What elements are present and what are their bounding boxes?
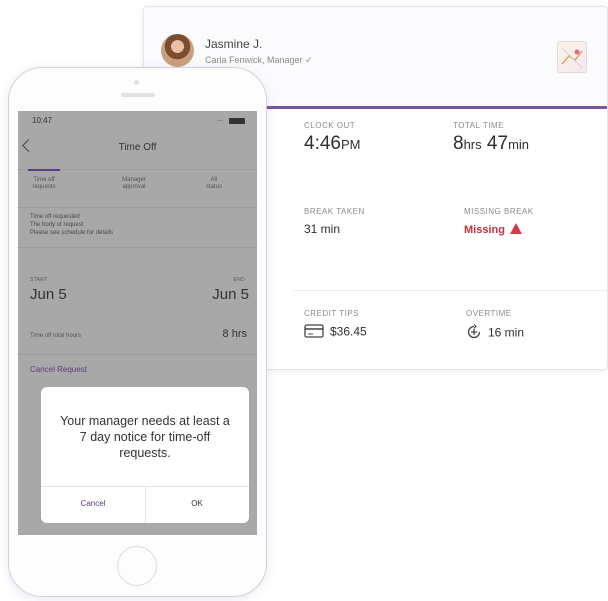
- credit-tips-value: $36.45: [330, 324, 367, 339]
- start-date[interactable]: Jun 5: [30, 286, 67, 303]
- divider: [18, 354, 257, 355]
- clock-out-label: CLOCK OUT: [304, 121, 356, 130]
- info-line: The body of request: [30, 222, 84, 228]
- avatar: [161, 34, 194, 67]
- end-date-label: END: [233, 277, 245, 283]
- signal-icon: ...: [217, 116, 223, 123]
- map-icon[interactable]: [557, 41, 587, 73]
- cancel-request-link[interactable]: Cancel Request: [30, 365, 87, 374]
- battery-icon: [229, 118, 245, 124]
- credit-tips-stat: CREDIT TIPS $36.45: [304, 309, 367, 341]
- clock-out-stat: CLOCK OUT 4:46PM: [304, 121, 360, 155]
- overtime-row: 16 min: [466, 324, 524, 343]
- employee-subtitle: Carla Fenwick, Manager ✓: [205, 55, 313, 65]
- phone-screen: 10:47 ... Time Off Time off requests Mana…: [18, 111, 257, 535]
- tab-manager-approval[interactable]: Manager approval: [114, 177, 154, 191]
- page-title: Time Off: [118, 142, 157, 153]
- clock-out-value: 4:46PM: [304, 133, 361, 154]
- missing-break-stat: MISSING BREAK Missing: [464, 207, 534, 236]
- missing-break-label: MISSING BREAK: [464, 207, 534, 216]
- status-time: 10:47: [32, 116, 53, 125]
- hours-label: Time off total hours: [30, 333, 82, 339]
- end-date[interactable]: Jun 5: [212, 286, 249, 303]
- start-date-label: START: [30, 277, 48, 283]
- overtime-stat: OVERTIME 16 min: [466, 309, 524, 343]
- break-taken-value: 31 min: [304, 222, 341, 236]
- dialog-cancel-button[interactable]: Cancel: [41, 499, 145, 508]
- overtime-label: OVERTIME: [466, 309, 512, 318]
- phone-camera: [134, 80, 139, 85]
- credit-tips-label: CREDIT TIPS: [304, 309, 359, 318]
- divider: [18, 207, 257, 208]
- credit-tips-row: $36.45: [304, 324, 367, 341]
- tab-bar: Time off requests Manager approval All stat…: [18, 169, 257, 200]
- active-tab-indicator: [28, 169, 60, 171]
- status-bar: 10:47 ...: [18, 111, 257, 131]
- total-time-value: 8hrs 47min: [453, 133, 530, 154]
- home-button[interactable]: [117, 546, 157, 586]
- tab-all-status[interactable]: All status: [194, 177, 234, 191]
- dialog-message: Your manager needs at least a 7 day noti…: [60, 414, 230, 460]
- credit-card-icon: [304, 324, 324, 341]
- clock-plus-icon: [466, 324, 482, 343]
- overtime-value: 16 min: [488, 325, 525, 340]
- divider: [18, 247, 257, 248]
- phone-frame: 10:47 ... Time Off Time off requests Mana…: [8, 67, 267, 597]
- dialog-buttons: Cancel OK: [41, 486, 249, 523]
- phone-speaker: [121, 93, 155, 97]
- nav-bar: Time Off: [18, 131, 257, 165]
- info-line: Please see schedule for details: [30, 230, 114, 236]
- total-time-label: TOTAL TIME: [453, 121, 504, 130]
- divider: [294, 290, 607, 291]
- info-line: Time off requested: [30, 214, 80, 220]
- request-info: Time off requested The body of request P…: [30, 213, 113, 237]
- break-taken-label: BREAK TAKEN: [304, 207, 365, 216]
- hours-value: 8 hrs: [222, 328, 247, 340]
- missing-break-value: Missing: [464, 223, 534, 236]
- break-taken-stat: BREAK TAKEN 31 min: [304, 207, 365, 236]
- employee-name: Jasmine J.: [205, 37, 263, 51]
- total-time-stat: TOTAL TIME 8hrs 47min: [453, 121, 529, 155]
- tab-time-off-requests[interactable]: Time off requests: [24, 177, 64, 191]
- dialog-ok-button[interactable]: OK: [145, 499, 249, 508]
- notice-dialog: Your manager needs at least a 7 day noti…: [41, 387, 249, 523]
- warning-icon: [509, 223, 522, 234]
